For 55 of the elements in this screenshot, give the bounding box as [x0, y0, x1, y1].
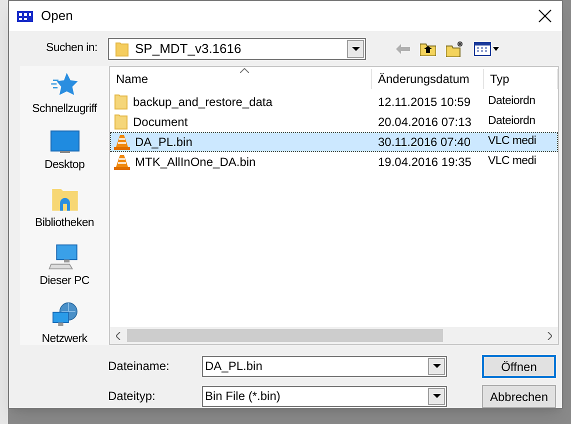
type-cell-text: Dateiordn	[487, 94, 536, 110]
file-name-field[interactable]: DA_PL.bin	[202, 356, 447, 376]
date-cell-text: 12.11.2015 10:59	[377, 94, 472, 111]
traffic-cone-icon	[114, 134, 130, 150]
cancel-button[interactable]: Abbrechen	[482, 385, 556, 408]
sidebar-item[interactable]: Bibliotheken	[34, 215, 94, 232]
sidebar-item[interactable]: Netzwerk	[42, 331, 88, 348]
up-folder-icon[interactable]	[420, 42, 436, 56]
computer-icon	[48, 244, 80, 270]
folder-icon	[115, 40, 129, 57]
new-folder-icon[interactable]	[446, 40, 464, 57]
horizontal-scrollbar[interactable]	[110, 327, 558, 344]
file-name: MTK_AllInOne_DA.bin	[135, 154, 256, 171]
folder-icon	[114, 114, 128, 130]
date-cell-text: 19.04.2016 19:35	[377, 154, 472, 171]
date-cell-text: 20.04.2016 07:13	[377, 114, 472, 131]
sidebar-item[interactable]: Schnellzugriff	[32, 100, 97, 118]
monitor-icon	[50, 130, 80, 154]
network-icon	[50, 302, 80, 328]
type-cell-text: VLC medi	[487, 134, 538, 150]
file-type-label: Dateityp:	[108, 388, 156, 405]
sidebar-item[interactable]: Desktop	[44, 157, 85, 174]
file-name: DA_PL.bin	[135, 134, 192, 151]
file-row[interactable]: DA_PL.bin 30.11.2016 07:40 VLC medi	[110, 132, 558, 152]
window-title: Open	[41, 7, 74, 26]
column-header[interactable]: Typ	[484, 69, 558, 89]
file-name: backup_and_restore_data	[133, 94, 272, 111]
scroll-right-icon[interactable]	[547, 332, 552, 340]
open-button[interactable]: Öffnen	[482, 355, 556, 378]
column-header[interactable]: Änderungsdatum	[372, 69, 484, 89]
dropdown-icon[interactable]	[428, 358, 445, 374]
close-icon[interactable]	[538, 9, 552, 24]
look-in-combo[interactable]: SP_MDT_v3.1616	[108, 38, 366, 60]
file-name-label: Dateiname:	[108, 358, 170, 375]
file-row[interactable]: backup_and_restore_data 12.11.2015 10:59 Dateiordn	[110, 92, 558, 112]
file-row[interactable]: MTK_AllInOne_DA.bin 19.04.2016 19:35 VLC medi	[110, 152, 558, 172]
traffic-cone-icon	[114, 154, 130, 170]
folder-icon	[114, 94, 128, 110]
scroll-left-icon[interactable]	[116, 332, 121, 340]
star-icon	[49, 72, 80, 98]
view-menu-icon[interactable]	[474, 42, 500, 56]
dropdown-icon[interactable]	[428, 388, 445, 404]
type-cell-text: Dateiordn	[487, 114, 536, 130]
file-type-combo[interactable]: Bin File (*.bin)	[202, 386, 447, 406]
column-header[interactable]: Name	[110, 69, 372, 89]
sidebar-item[interactable]: Dieser PC	[40, 273, 90, 290]
type-cell-text: VLC medi	[487, 154, 538, 170]
file-name: Document	[133, 114, 188, 131]
dropdown-icon[interactable]	[347, 40, 364, 58]
look-in-label: Suchen in:	[46, 40, 98, 56]
date-cell-text: 30.11.2016 07:40	[377, 134, 472, 151]
file-row[interactable]: Document 20.04.2016 07:13 Dateiordn	[110, 112, 558, 132]
app-icon	[17, 9, 33, 24]
folder-icon	[50, 186, 78, 212]
sort-caret-icon	[240, 68, 249, 73]
